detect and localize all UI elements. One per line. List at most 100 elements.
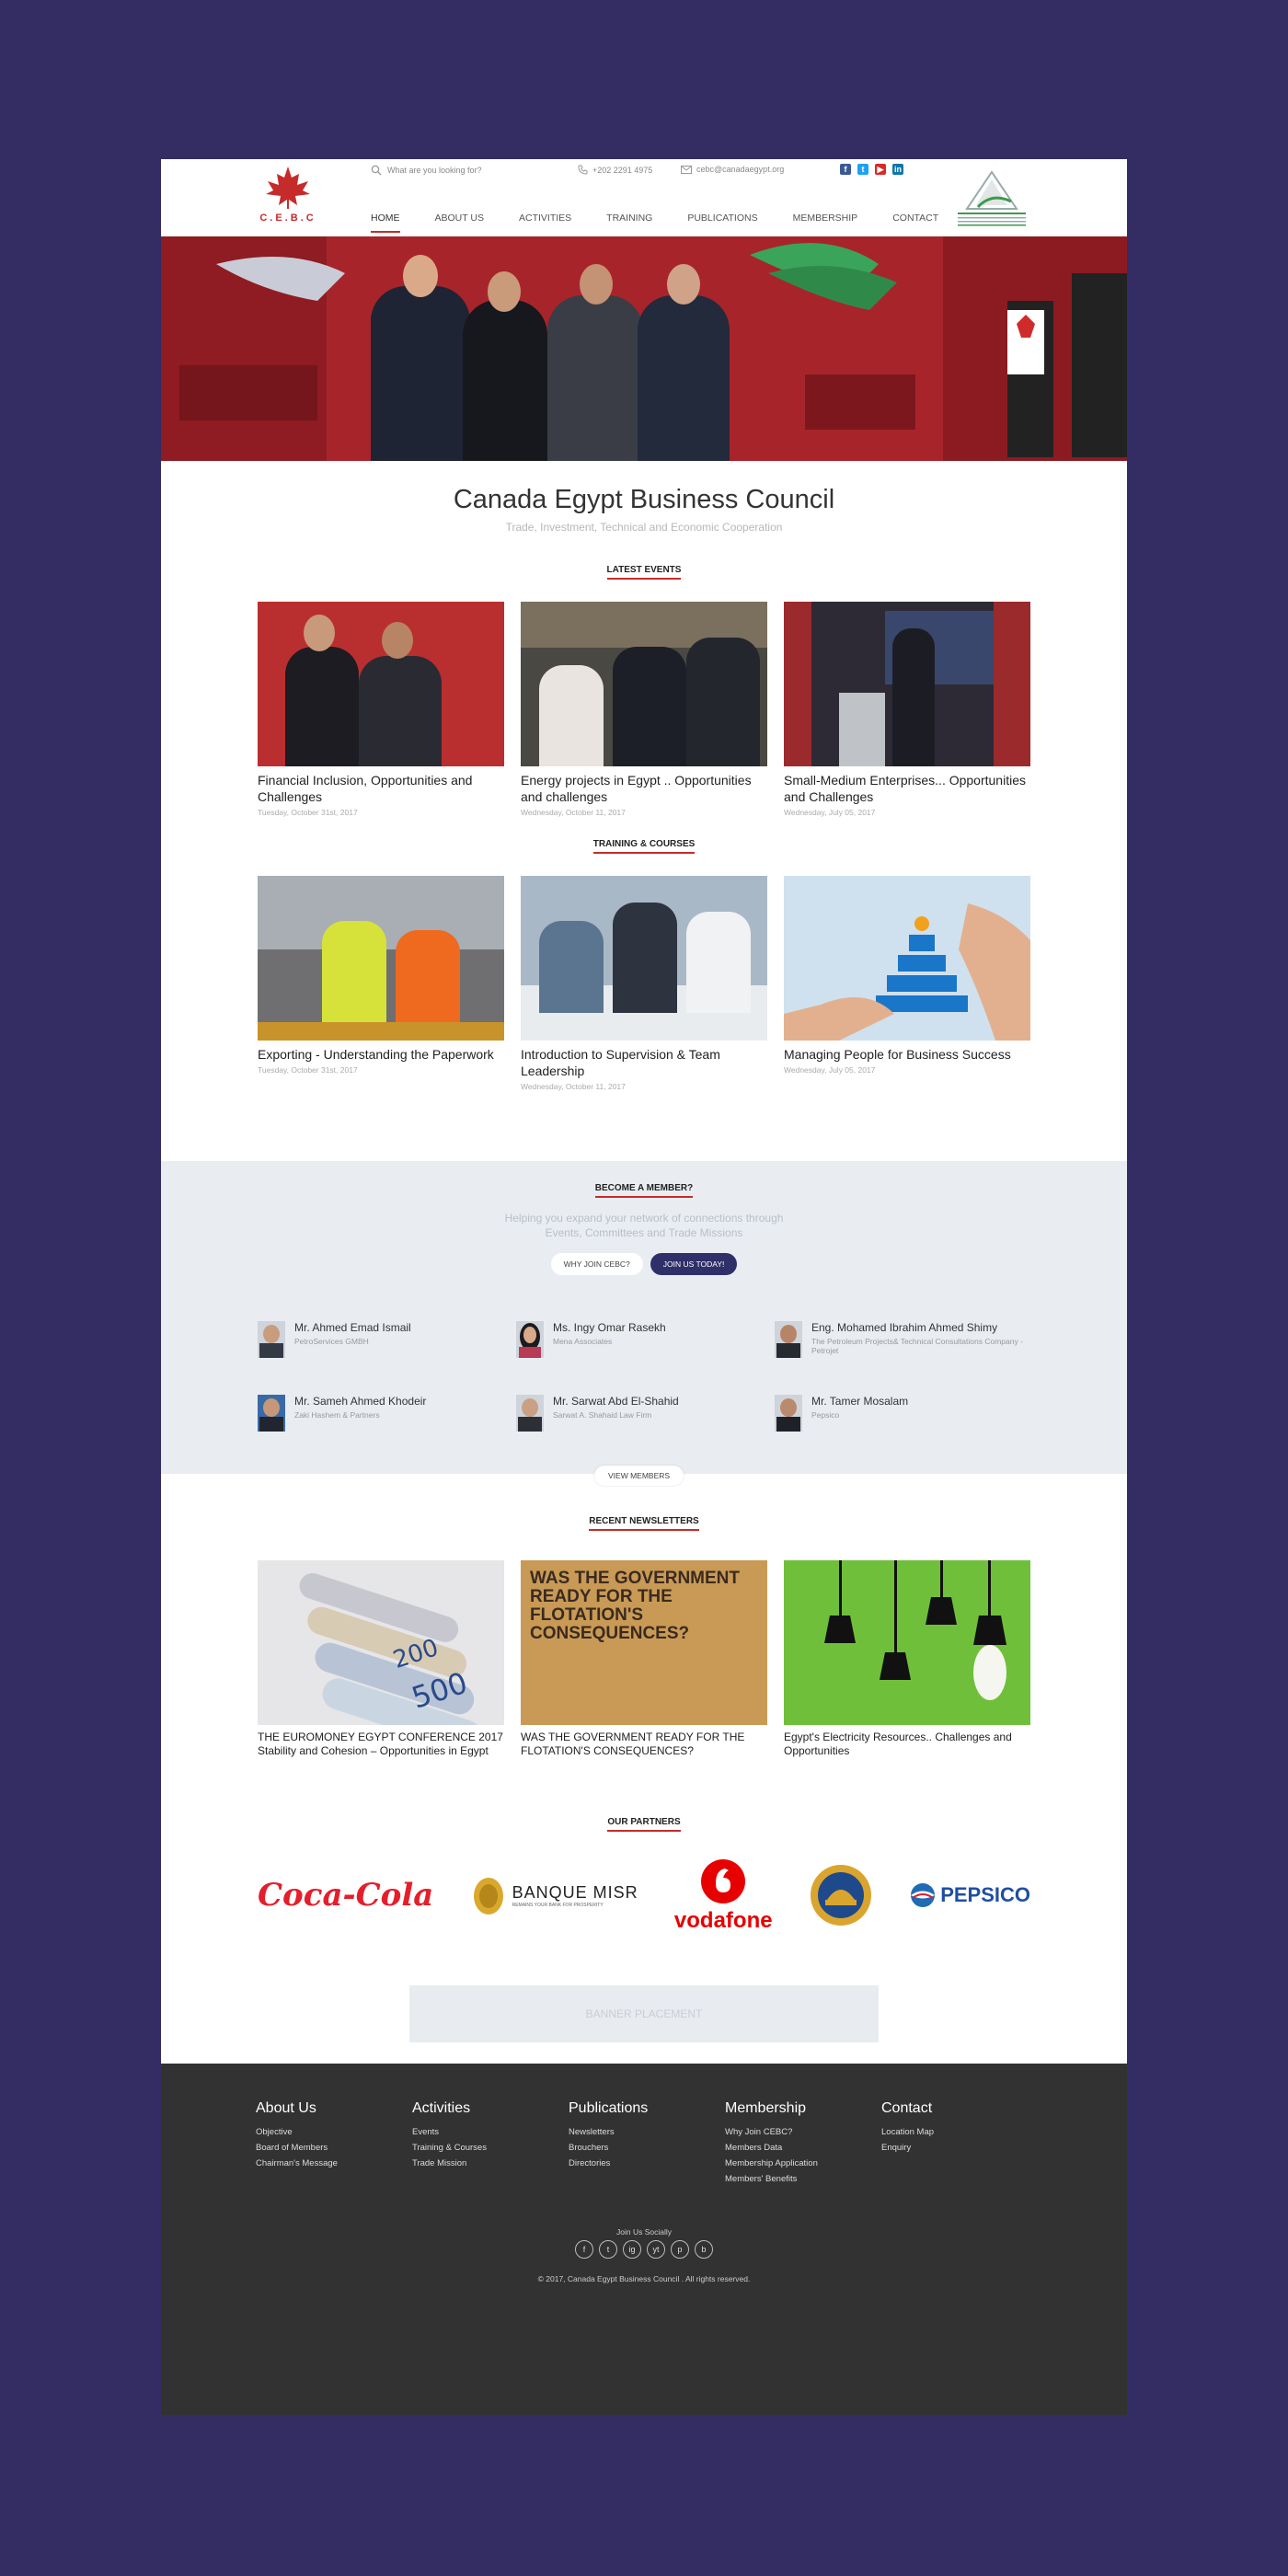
twitter-icon[interactable]: t (857, 164, 868, 175)
banque-misr-logo[interactable]: BANQUE MISR REMAINS YOUR BANK FOR PROSPE… (470, 1872, 638, 1918)
partners-heading: OUR PARTNERS (161, 1817, 1127, 1832)
event-date: Tuesday, October 31st, 2017 (258, 808, 358, 817)
member-name: Eng. Mohamed Ibrahim Ahmed Shimy (811, 1321, 998, 1334)
nav-publications[interactable]: PUBLICATIONS (687, 213, 757, 233)
page: C.E.B.C What are you looking for? +202 2… (161, 159, 1127, 2415)
newsletter-image: WAS THE GOVERNMENT READY FOR THE FLOTATI… (521, 1560, 767, 1725)
footer-link[interactable]: Training & Courses (412, 2140, 487, 2156)
member-item[interactable]: Mr. Ahmed Emad Ismail PetroServices GMBH (258, 1321, 411, 1358)
blogger-icon[interactable]: b (695, 2240, 713, 2259)
training-card[interactable]: Introduction to Supervision & Team Leade… (521, 876, 767, 1091)
member-company: The Petroleum Projects& Technical Consul… (811, 1337, 1023, 1355)
banner-placement[interactable]: BANNER PLACEMENT (409, 1985, 879, 2042)
pepsico-logo[interactable]: PEPSICO (909, 1881, 1030, 1909)
hero-image (161, 236, 1127, 461)
nav-membership[interactable]: MEMBERSHIP (793, 213, 858, 233)
footer-heading: About Us (256, 2100, 316, 2116)
why-join-button[interactable]: WHY JOIN CEBC? (550, 1253, 643, 1275)
search-icon (371, 165, 382, 176)
header-social-links: f t ▶ in (840, 164, 903, 175)
training-card[interactable]: Exporting - Understanding the Paperwork … (258, 876, 504, 1091)
footer-link[interactable]: Brouchers (569, 2140, 648, 2156)
membership-subtitle: Helping you expand your network of conne… (504, 1212, 784, 1239)
member-item[interactable]: Ms. Ingy Omar Rasekh Mena Associates (516, 1321, 666, 1358)
member-item[interactable]: Mr. Tamer Mosalam Pepsico (775, 1395, 908, 1432)
nav-contact[interactable]: CONTACT (892, 213, 938, 233)
footer-link[interactable]: Newsletters (569, 2124, 648, 2140)
training-title: Managing People for Business Success (784, 1047, 1011, 1062)
footer-link[interactable]: Chairman's Message (256, 2156, 338, 2171)
facebook-icon[interactable]: f (575, 2240, 593, 2259)
search-input[interactable]: What are you looking for? (387, 166, 482, 175)
pinterest-icon[interactable]: p (671, 2240, 689, 2259)
instagram-icon[interactable]: ig (623, 2240, 641, 2259)
youtube-icon[interactable]: yt (647, 2240, 665, 2259)
pyramid-logo[interactable] (950, 165, 1033, 231)
membership-buttons: WHY JOIN CEBC? JOIN US TODAY! (161, 1253, 1127, 1275)
page-title: Canada Egypt Business Council (453, 485, 835, 514)
newsletters-grid: 200 500 THE EUROMONEY EGYPT CONFERENCE 2… (258, 1560, 1030, 1758)
member-item[interactable]: Eng. Mohamed Ibrahim Ahmed Shimy The Petr… (775, 1321, 1051, 1358)
newsletters-heading: RECENT NEWSLETTERS (161, 1516, 1127, 1531)
facebook-icon[interactable]: f (840, 164, 851, 175)
newsletter-card[interactable]: 200 500 THE EUROMONEY EGYPT CONFERENCE 2… (258, 1560, 504, 1758)
newsletter-card[interactable]: WAS THE GOVERNMENT READY FOR THE FLOTATI… (521, 1560, 767, 1758)
member-item[interactable]: Mr. Sameh Ahmed Khodeir Zaki Hashem & Par… (258, 1395, 426, 1432)
member-company: PetroServices GMBH (294, 1337, 369, 1346)
linkedin-icon[interactable]: in (892, 164, 903, 175)
nav-home[interactable]: HOME (371, 213, 400, 233)
nav-training[interactable]: TRAINING (606, 213, 652, 233)
cebc-logo[interactable]: C.E.B.C (253, 165, 323, 231)
phone-number: +202 2291 4975 (592, 165, 653, 175)
event-image (784, 602, 1030, 766)
footer-link[interactable]: Board of Members (256, 2140, 338, 2156)
phone-contact[interactable]: +202 2291 4975 (578, 165, 652, 175)
training-image (521, 876, 767, 1041)
event-card[interactable]: Energy projects in Egypt .. Opportunitie… (521, 602, 767, 817)
youtube-icon[interactable]: ▶ (875, 164, 886, 175)
newsletter-title: WAS THE GOVERNMENT READY FOR THE FLOTATI… (521, 1731, 745, 1757)
footer-col-about: About Us Objective Board of Members Chai… (256, 2100, 338, 2171)
member-name: Mr. Ahmed Emad Ismail (294, 1321, 411, 1334)
newsletter-poster-text: WAS THE GOVERNMENT READY FOR THE FLOTATI… (530, 1569, 741, 1643)
nav-about-us[interactable]: ABOUT US (435, 213, 484, 233)
footer-link[interactable]: Why Join CEBC? (725, 2124, 818, 2140)
footer-link[interactable]: Members Data (725, 2140, 818, 2156)
member-avatar (258, 1321, 285, 1358)
newsletter-title: THE EUROMONEY EGYPT CONFERENCE 2017 Stab… (258, 1731, 503, 1757)
membership-heading: BECOME A MEMBER? (161, 1183, 1127, 1198)
footer-link[interactable]: Trade Mission (412, 2156, 487, 2171)
newsletter-title: Egypt's Electricity Resources.. Challeng… (784, 1731, 1012, 1757)
training-image (784, 876, 1030, 1041)
footer-link[interactable]: Members' Benefits (725, 2171, 818, 2187)
coca-cola-logo[interactable]: Coca-Cola (258, 1877, 433, 1914)
event-title: Financial Inclusion, Opportunities and C… (258, 773, 473, 804)
arab-land-bank-seal[interactable] (809, 1863, 873, 1927)
footer-link[interactable]: Events (412, 2124, 487, 2140)
view-members-button[interactable]: VIEW MEMBERS (594, 1466, 684, 1486)
logo-text: C.E.B.C (259, 213, 316, 224)
nav-activities[interactable]: ACTIVITIES (519, 213, 571, 233)
footer-link[interactable]: Objective (256, 2124, 338, 2140)
footer-link[interactable]: Directories (569, 2156, 648, 2171)
events-heading: LATEST EVENTS (161, 565, 1127, 580)
training-grid: Exporting - Understanding the Paperwork … (258, 876, 1030, 1091)
training-card[interactable]: Managing People for Business Success Wed… (784, 876, 1030, 1091)
member-name: Mr. Sarwat Abd El-Shahid (553, 1395, 679, 1408)
twitter-icon[interactable]: t (599, 2240, 617, 2259)
email-contact[interactable]: cebc@canadaegypt.org (681, 165, 784, 174)
footer-link[interactable]: Membership Application (725, 2156, 818, 2171)
footer-col-membership: Membership Why Join CEBC? Members Data M… (725, 2100, 818, 2187)
site-header: C.E.B.C What are you looking for? +202 2… (161, 159, 1127, 236)
vodafone-logo[interactable]: vodafone (674, 1857, 773, 1934)
footer-link[interactable]: Location Map (881, 2124, 934, 2140)
footer-link[interactable]: Enquiry (881, 2140, 934, 2156)
event-card[interactable]: Small-Medium Enterprises... Opportunitie… (784, 602, 1030, 817)
phone-icon (578, 165, 588, 175)
event-card[interactable]: Financial Inclusion, Opportunities and C… (258, 602, 504, 817)
search-bar[interactable]: What are you looking for? (371, 165, 482, 176)
event-date: Wednesday, October 11, 2017 (521, 808, 626, 817)
join-button[interactable]: JOIN US TODAY! (650, 1253, 738, 1275)
newsletter-card[interactable]: Egypt's Electricity Resources.. Challeng… (784, 1560, 1030, 1758)
member-item[interactable]: Mr. Sarwat Abd El-Shahid Sarwat A. Shahai… (516, 1395, 679, 1432)
